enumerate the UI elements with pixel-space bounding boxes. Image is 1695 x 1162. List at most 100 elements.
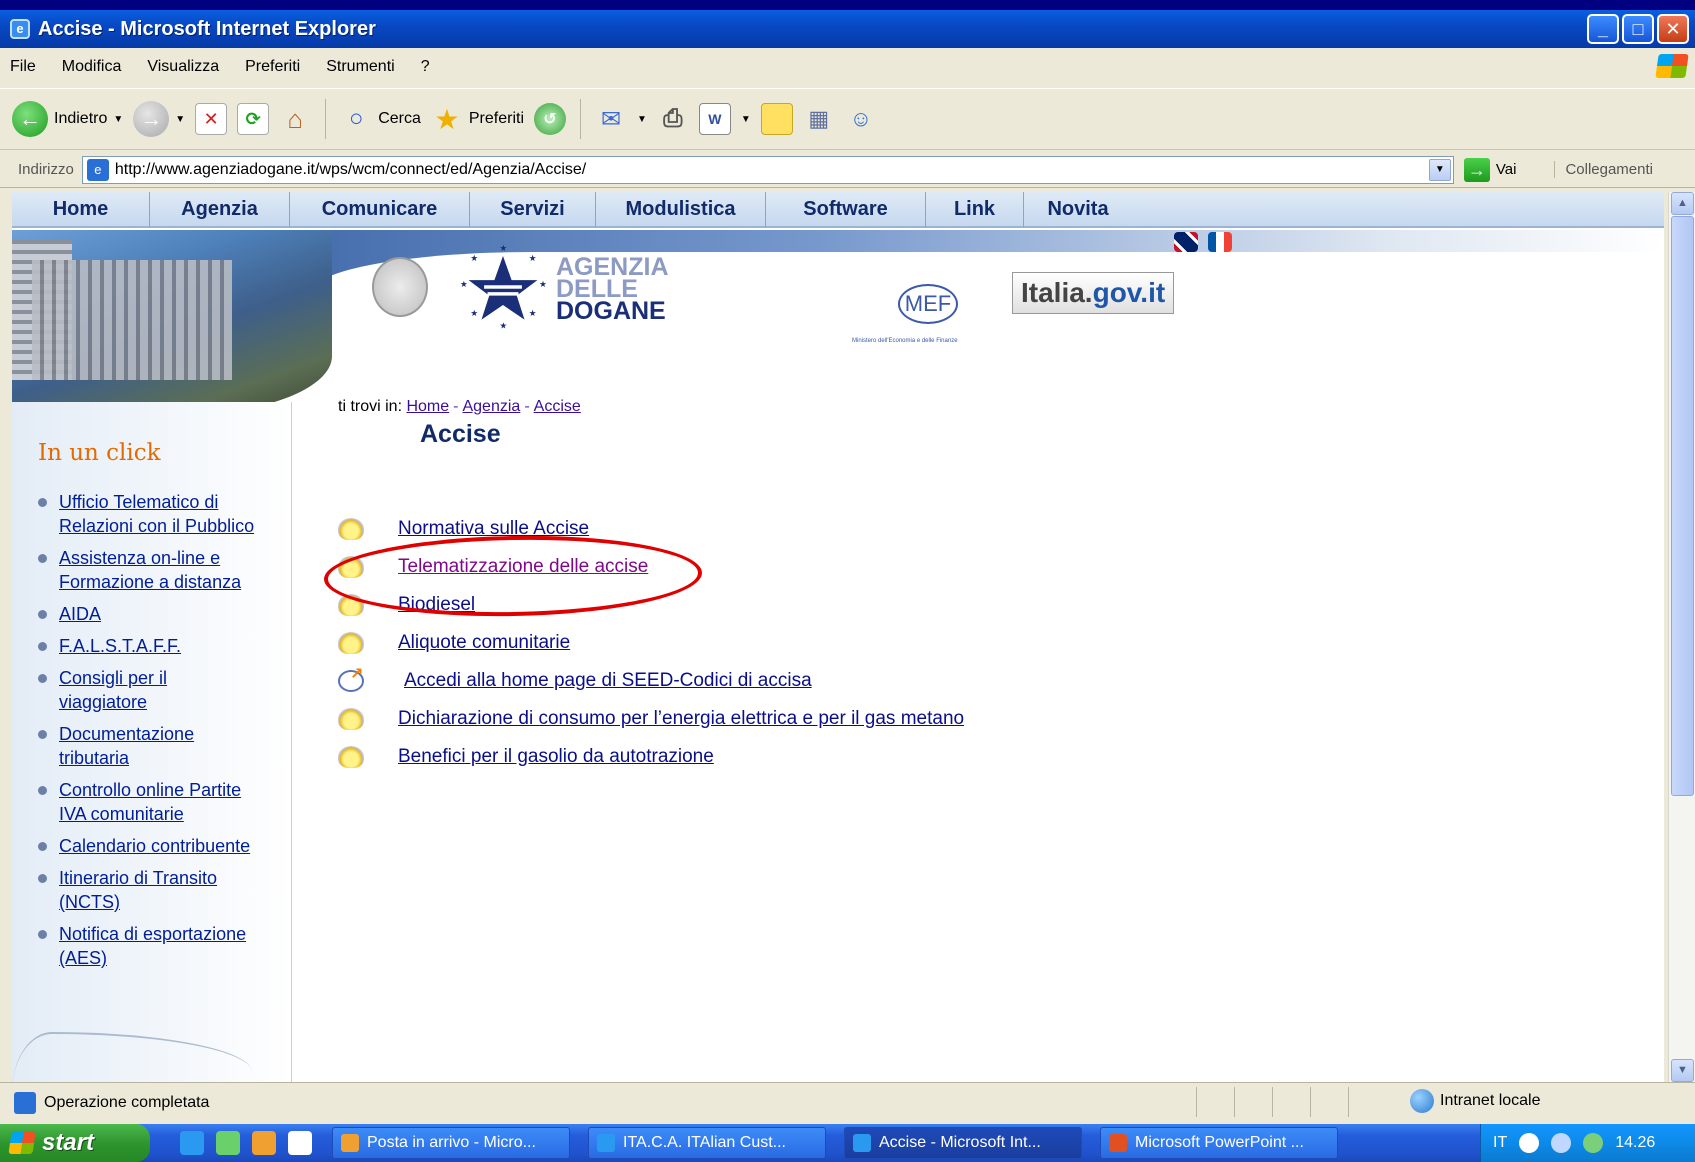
bullet-icon — [38, 554, 47, 563]
link-dichiarazione-consumo[interactable]: Dichiarazione di consumo per l’energia e… — [398, 708, 964, 730]
windows-logo-icon — [8, 1132, 36, 1154]
task-button-outlook[interactable]: Posta in arrivo - Micro... — [332, 1127, 570, 1159]
breadcrumb-agenzia[interactable]: Agenzia — [462, 398, 520, 415]
sidebar-link-calendario[interactable]: Calendario contribuente — [59, 834, 250, 858]
tray-expand-icon[interactable] — [1519, 1133, 1540, 1153]
sidebar-link-falstaff[interactable]: F.A.L.S.T.A.F.F. — [59, 634, 181, 658]
scroll-thumb[interactable] — [1671, 216, 1694, 796]
breadcrumb-accise[interactable]: Accise — [534, 398, 581, 415]
nav-servizi[interactable]: Servizi — [470, 192, 596, 227]
quick-launch — [180, 1131, 312, 1155]
page-content: Home Agenzia Comunicare Servizi Modulist… — [12, 192, 1664, 1082]
list-item: Accedi alla home page di SEED-Codici di … — [338, 662, 964, 700]
mef-logo[interactable]: MEF — [898, 284, 958, 324]
links-toolbar[interactable]: Collegamenti — [1554, 161, 1653, 178]
chevron-down-icon[interactable]: ▼ — [741, 114, 751, 125]
menu-file[interactable]: File — [10, 58, 36, 76]
page-icon: e — [86, 158, 109, 181]
toolbar-separator — [580, 99, 581, 139]
vertical-scrollbar[interactable]: ▲ ▼ — [1668, 192, 1695, 1082]
close-button[interactable]: ✕ — [1657, 14, 1689, 44]
status-pane — [1234, 1087, 1272, 1117]
outlook-quicklaunch-icon[interactable] — [252, 1131, 276, 1155]
zone-label: Intranet locale — [1440, 1092, 1541, 1109]
italia-gov-logo[interactable]: Italia.gov.it — [1012, 272, 1175, 314]
refresh-icon[interactable]: ⟳ — [237, 103, 270, 135]
fr-flag-icon[interactable] — [1208, 232, 1232, 252]
sidebar-link-aida[interactable]: AIDA — [59, 602, 101, 626]
status-panes — [1196, 1087, 1386, 1117]
uk-flag-icon[interactable] — [1174, 232, 1198, 252]
chevron-down-icon[interactable]: ▼ — [1428, 158, 1451, 181]
nav-novita[interactable]: Novita — [1024, 192, 1132, 227]
task-label: Accise - Microsoft Int... — [879, 1134, 1041, 1151]
sidebar-link-partite-iva[interactable]: Controllo online Partite IVA comunitarie — [59, 778, 241, 826]
nav-software[interactable]: Software — [766, 192, 926, 227]
favorites-button[interactable]: ★ Preferiti — [431, 103, 524, 135]
list-item: Documentazione tributaria — [38, 722, 298, 770]
list-item: F.A.L.S.T.A.F.F. — [38, 634, 298, 658]
start-button[interactable]: start — [0, 1124, 150, 1162]
nav-comunicare[interactable]: Comunicare — [290, 192, 470, 227]
chevron-down-icon[interactable]: ▼ — [637, 114, 647, 125]
menu-strumenti[interactable]: Strumenti — [326, 58, 394, 76]
messenger-icon[interactable]: ☺ — [845, 103, 877, 135]
ie-quicklaunch-icon[interactable] — [180, 1131, 204, 1155]
sidebar-link-urp[interactable]: Ufficio Telematico di Relazioni con il P… — [59, 490, 254, 538]
forward-button[interactable]: → ▼ — [133, 101, 185, 137]
note-icon[interactable] — [760, 103, 793, 135]
search-label: Cerca — [378, 110, 421, 127]
outlook-icon — [341, 1134, 359, 1152]
breadcrumb-home[interactable]: Home — [406, 398, 449, 415]
maximize-button[interactable]: □ — [1622, 14, 1654, 44]
menu-preferiti[interactable]: Preferiti — [245, 58, 300, 76]
scroll-up-button[interactable]: ▲ — [1671, 192, 1694, 215]
star-icon: ★ — [434, 103, 460, 135]
task-button-powerpoint[interactable]: Microsoft PowerPoint ... — [1100, 1127, 1338, 1159]
ie2-quicklaunch-icon[interactable] — [288, 1131, 312, 1155]
network-icon[interactable] — [1551, 1133, 1572, 1153]
nav-modulistica[interactable]: Modulistica — [596, 192, 766, 227]
sidebar-link-viaggiatore[interactable]: Consigli per il viaggiatore — [59, 666, 167, 714]
link-seed[interactable]: Accedi alla home page di SEED-Codici di … — [404, 670, 812, 692]
status-pane — [1348, 1087, 1386, 1117]
stop-icon[interactable]: ✕ — [195, 103, 228, 135]
security-zone: Intranet locale — [1410, 1089, 1541, 1113]
list-item: Aliquote comunitarie — [338, 624, 964, 662]
task-button-itaca[interactable]: ITA.C.A. ITAlian Cust... — [588, 1127, 826, 1159]
search-button[interactable]: ○ Cerca — [340, 103, 421, 135]
research-icon[interactable]: ▦ — [803, 103, 835, 135]
nav-agenzia[interactable]: Agenzia — [150, 192, 290, 227]
nav-home[interactable]: Home — [12, 192, 150, 227]
language-indicator[interactable]: IT — [1493, 1134, 1507, 1152]
title-bar[interactable]: e Accise - Microsoft Internet Explorer _… — [0, 10, 1695, 48]
history-icon[interactable]: ↺ — [534, 103, 566, 135]
chevron-down-icon[interactable]: ▼ — [113, 114, 123, 125]
menu-help[interactable]: ? — [421, 58, 430, 76]
menu-modifica[interactable]: Modifica — [62, 58, 122, 76]
sidebar-link-assistenza[interactable]: Assistenza on-line e Formazione a distan… — [59, 546, 241, 594]
list-item: Calendario contribuente — [38, 834, 298, 858]
minimize-button[interactable]: _ — [1587, 14, 1619, 44]
back-button[interactable]: ← Indietro ▼ — [12, 101, 123, 137]
print-icon[interactable]: ⎙ — [657, 103, 689, 135]
task-button-accise[interactable]: Accise - Microsoft Int... — [844, 1127, 1082, 1159]
address-input[interactable]: e http://www.agenziadogane.it/wps/wcm/co… — [81, 155, 1454, 184]
edit-word-icon[interactable]: W — [698, 103, 731, 135]
home-icon[interactable]: ⌂ — [279, 103, 311, 135]
messenger-quicklaunch-icon[interactable] — [216, 1131, 240, 1155]
link-benefici-gasolio[interactable]: Benefici per il gasolio da autotrazione — [398, 746, 714, 768]
sidebar-link-aes[interactable]: Notifica di esportazione (AES) — [59, 922, 246, 970]
status-bar: Operazione completata Intranet locale — [0, 1082, 1695, 1122]
go-button[interactable]: → Vai — [1463, 157, 1516, 182]
sidebar-link-ncts[interactable]: Itinerario di Transito (NCTS) — [59, 866, 217, 914]
chevron-down-icon[interactable]: ▼ — [175, 114, 185, 125]
mail-icon[interactable]: ✉ — [595, 103, 627, 135]
sidebar-link-documentazione[interactable]: Documentazione tributaria — [59, 722, 194, 770]
nav-link[interactable]: Link — [926, 192, 1024, 227]
scroll-down-button[interactable]: ▼ — [1671, 1059, 1694, 1082]
messenger-tray-icon[interactable] — [1583, 1133, 1604, 1153]
link-aliquote[interactable]: Aliquote comunitarie — [398, 632, 570, 654]
menu-visualizza[interactable]: Visualizza — [147, 58, 219, 76]
status-pane — [1310, 1087, 1348, 1117]
